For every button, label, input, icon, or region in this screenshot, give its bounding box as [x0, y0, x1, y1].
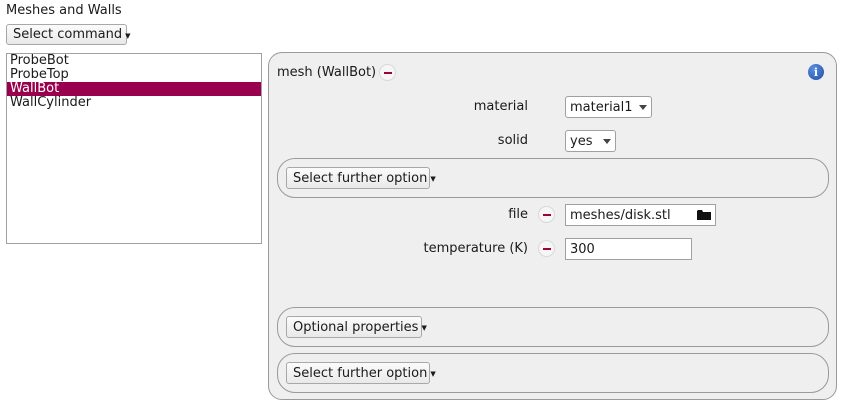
- caret-down-icon: ▼: [430, 175, 436, 183]
- caret-down-icon: ▼: [421, 324, 427, 332]
- file-value: meshes/disk.stl: [570, 207, 671, 223]
- select-command-label: Select command: [13, 27, 123, 42]
- material-dropdown[interactable]: material1: [565, 96, 652, 118]
- further-option-label-1: Select further option: [293, 170, 428, 186]
- folder-icon[interactable]: [697, 209, 711, 221]
- remove-temperature-icon[interactable]: [538, 240, 555, 257]
- list-item-probetop[interactable]: ProbeTop: [7, 68, 261, 82]
- material-label: material: [473, 99, 528, 114]
- select-command-button[interactable]: Select command ▼: [6, 24, 131, 45]
- temperature-value: 300: [570, 241, 595, 257]
- mesh-properties-panel: mesh (WallBot) i material material1 soli…: [268, 52, 837, 400]
- list-item-wallcylinder[interactable]: WallCylinder: [7, 96, 261, 110]
- file-field[interactable]: meshes/disk.stl: [565, 204, 716, 226]
- further-option-label-2: Select further option: [293, 365, 428, 381]
- chevron-down-icon: [603, 138, 611, 144]
- remove-mesh-icon[interactable]: [379, 64, 396, 81]
- optional-properties-group: Optional properties ▼: [277, 307, 829, 347]
- solid-dropdown[interactable]: yes: [565, 130, 616, 152]
- caret-down-icon: ▼: [430, 370, 436, 378]
- select-further-option-button-2[interactable]: Select further option ▼: [286, 362, 436, 384]
- section-title: Meshes and Walls: [6, 3, 122, 18]
- solid-label: solid: [497, 133, 528, 148]
- mesh-wall-list[interactable]: ProbeBot ProbeTop WallBot WallCylinder: [6, 53, 262, 244]
- select-further-option-button-1[interactable]: Select further option ▼: [286, 167, 436, 189]
- panel-title: mesh (WallBot): [277, 65, 377, 80]
- chevron-down-icon: [639, 104, 647, 110]
- list-item-probebot[interactable]: ProbeBot: [7, 54, 261, 68]
- list-item-wallbot[interactable]: WallBot: [7, 82, 261, 96]
- temperature-field[interactable]: 300: [565, 238, 692, 260]
- file-label: file: [508, 207, 528, 222]
- info-icon[interactable]: i: [808, 64, 824, 80]
- optional-properties-label: Optional properties: [293, 319, 419, 335]
- material-value: material1: [570, 99, 633, 115]
- remove-file-icon[interactable]: [538, 206, 555, 223]
- further-option-group-2: Select further option ▼: [277, 353, 829, 393]
- solid-value: yes: [570, 133, 593, 149]
- caret-down-icon: ▼: [125, 31, 131, 40]
- temperature-label: temperature (K): [423, 241, 528, 256]
- further-option-group-1: Select further option ▼: [277, 158, 829, 198]
- optional-properties-button[interactable]: Optional properties ▼: [286, 316, 427, 338]
